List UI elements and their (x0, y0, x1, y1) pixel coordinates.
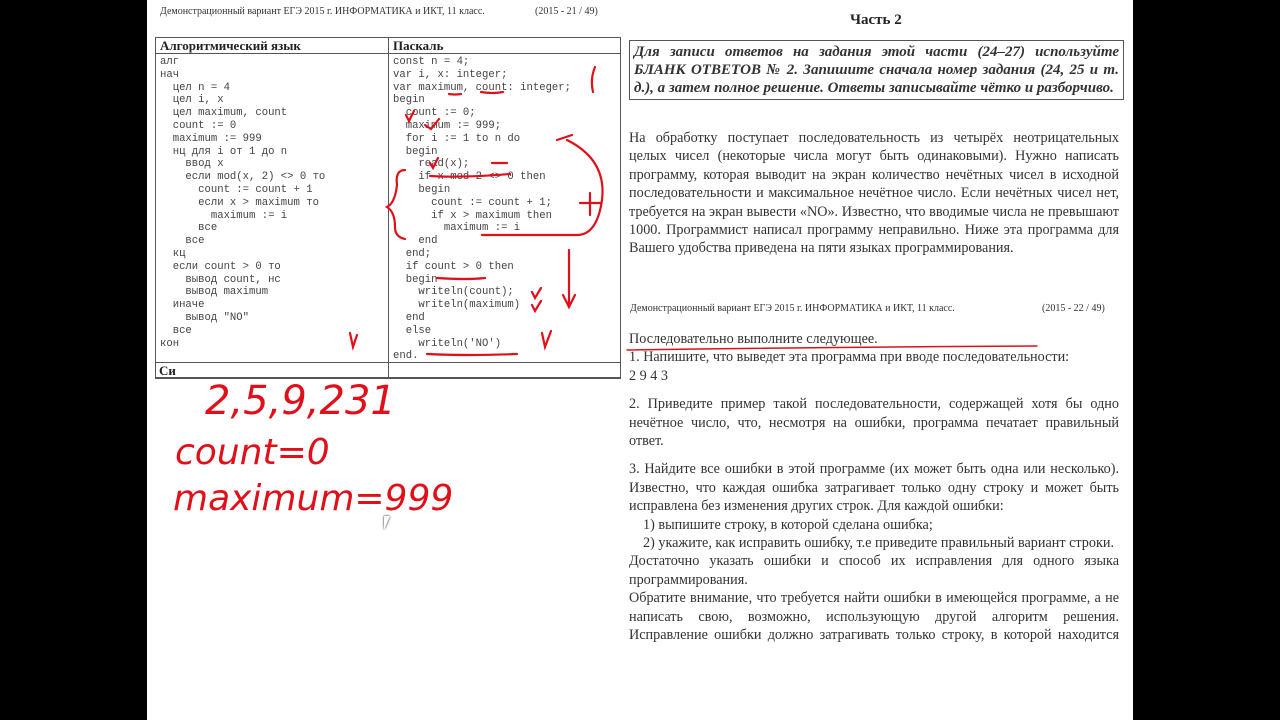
handwritten-count: count=0 (175, 432, 330, 473)
question-2: 2. Приведите пример такой последовательн… (629, 396, 1119, 450)
code-line: кц (160, 247, 186, 260)
code-line: count := count + 1; (393, 196, 552, 209)
code-line: maximum := i (393, 222, 521, 235)
code-line: если count > 0 то (160, 260, 281, 273)
questions: Последовательно выполните следующее. 1. … (629, 330, 1119, 644)
page-number: (2015 - 21 / 49) (535, 6, 598, 17)
code-line: writeln(maximum) (393, 299, 521, 312)
question-3: 3. Найдите все ошибки в этой программе (… (629, 461, 1119, 515)
header-text: Демонстрационный вариант ЕГЭ 2015 г. ИНФ… (630, 303, 955, 314)
page-header-2: Демонстрационный вариант ЕГЭ 2015 г. ИНФ… (630, 303, 1120, 314)
code-line: begin (393, 94, 425, 107)
code-line: begin (393, 273, 438, 286)
col-alg-title: Алгоритмический язык (155, 37, 389, 54)
code-line: if x > maximum then (393, 209, 552, 222)
alg-code: алг нач цел n = 4 цел i, x цел maximum, c… (155, 53, 389, 379)
code-line: вывод maximum (160, 286, 269, 299)
code-line: count := 0; (393, 107, 476, 120)
code-line: var i, x: integer; (393, 68, 508, 81)
code-line: нц для i от 1 до n (160, 145, 288, 158)
handwritten-sequence: 2,5,9,231 (205, 378, 396, 424)
pascal-code: const n = 4; var i, x: integer; var maximu… (388, 53, 621, 379)
code-line: begin (393, 183, 451, 196)
handwritten-maximum: maximum=999 (173, 478, 454, 519)
code-line: все (160, 222, 218, 235)
code-line: ввод x (160, 158, 224, 171)
note-2: Обратите внимание, что требуется найти о… (629, 590, 1119, 644)
task-text: На обработку поступает последовательност… (629, 130, 1119, 257)
code-line: maximum := i (160, 209, 288, 222)
page-number: (2015 - 22 / 49) (1042, 303, 1105, 314)
question-1: 1. Напишите, что выведет эта программа п… (629, 349, 1070, 366)
code-line: end; (393, 247, 432, 260)
code-line: иначе (160, 299, 205, 312)
question-3-item-1: 1) выпишите строку, в которой сделана ош… (643, 516, 933, 533)
mouse-cursor (384, 516, 390, 530)
code-line: count := count + 1 (160, 183, 313, 196)
code-line: maximum := 999 (160, 132, 262, 145)
page-header: Демонстрационный вариант ЕГЭ 2015 г. ИНФ… (160, 6, 610, 17)
code-line: maximum := 999; (393, 119, 502, 132)
code-line: const n = 4; (393, 56, 470, 68)
code-table: Алгоритмический язык Паскаль алг нач цел … (155, 37, 621, 379)
code-line: цел maximum, count (160, 107, 288, 120)
code-line: writeln(count); (393, 286, 514, 299)
code-line: вывод "NO" (160, 311, 250, 324)
code-line: цел i, x (160, 94, 224, 107)
code-line: if count > 0 then (393, 260, 514, 273)
col-pascal-title: Паскаль (388, 37, 621, 54)
code-line: read(x); (393, 158, 470, 171)
code-line: нач (160, 68, 180, 81)
code-line: все (160, 324, 192, 337)
header-text: Демонстрационный вариант ЕГЭ 2015 г. ИНФ… (160, 6, 485, 17)
code-line: writeln('NO') (393, 337, 502, 350)
code-line: алг (160, 56, 180, 68)
document-page: Демонстрационный вариант ЕГЭ 2015 г. ИНФ… (147, 0, 1133, 720)
note-1: Достаточно указать ошибки и способ их ис… (629, 553, 1119, 588)
question-3-item-2: 2) укажите, как исправить ошибку, т.е пр… (643, 535, 1114, 552)
code-line: begin (393, 145, 438, 158)
code-line: кон (160, 337, 180, 350)
instructions-box: Для записи ответов на задания этой части… (629, 40, 1124, 100)
section-c-title: Си (155, 362, 621, 378)
part-title: Часть 2 (850, 12, 902, 28)
question-1-sequence: 2 9 4 3 (629, 367, 669, 384)
code-line: for i := 1 to n do (393, 132, 521, 145)
code-line: вывод count, нс (160, 273, 281, 286)
code-line: если x > maximum то (160, 196, 319, 209)
code-line: count := 0 (160, 119, 237, 132)
code-line: end (393, 235, 438, 248)
lead: Последовательно выполните следующее. (629, 331, 878, 347)
code-line: end (393, 311, 425, 324)
code-line: цел n = 4 (160, 81, 230, 94)
code-line: var maximum, count: integer; (393, 81, 572, 94)
code-line: все (160, 235, 205, 248)
code-line: if x mod 2 <> 0 then (393, 171, 546, 184)
code-line: если mod(x, 2) <> 0 то (160, 171, 326, 184)
code-line: else (393, 324, 432, 337)
